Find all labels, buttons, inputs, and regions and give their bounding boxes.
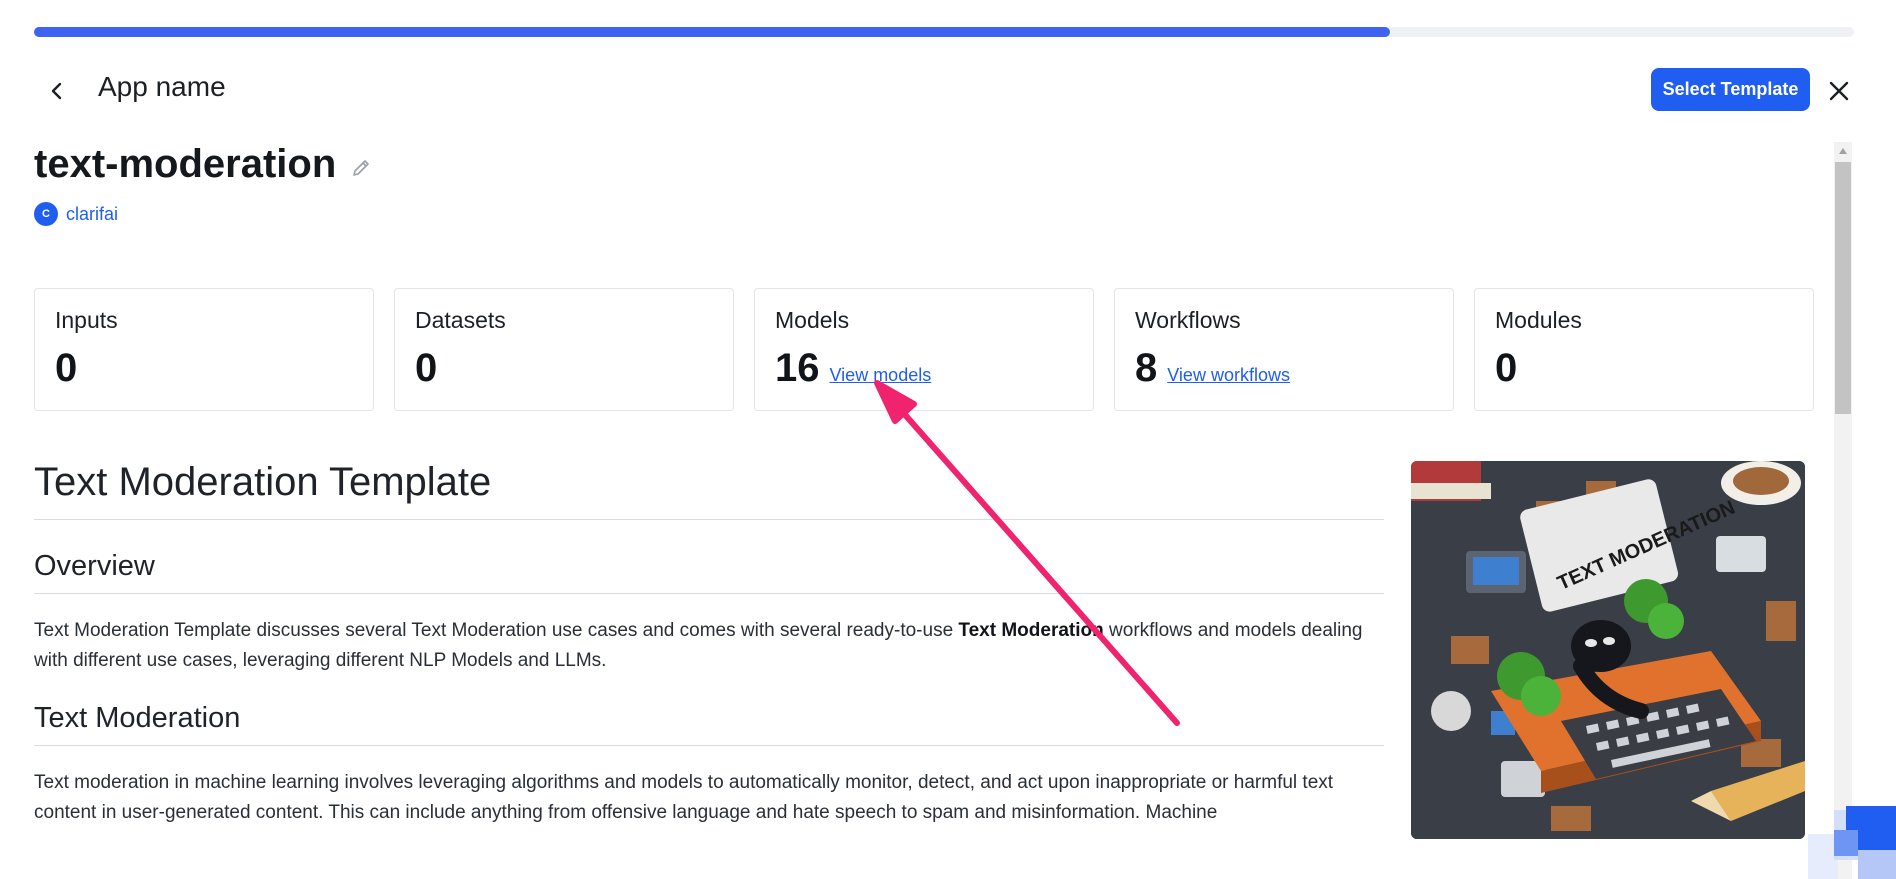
scrollbar[interactable] bbox=[1834, 142, 1852, 879]
stat-label: Datasets bbox=[415, 307, 506, 333]
progress-bar bbox=[34, 27, 1854, 37]
title-row: text-moderation bbox=[34, 142, 372, 187]
stat-value: 0 bbox=[415, 346, 438, 390]
text-moderation-heading: Text Moderation bbox=[34, 702, 1384, 746]
owner-name-link[interactable]: clarifai bbox=[66, 204, 118, 225]
chat-widget-icon[interactable] bbox=[1808, 776, 1896, 879]
pencil-icon[interactable] bbox=[350, 157, 372, 179]
view-workflows-link[interactable]: View workflows bbox=[1167, 365, 1290, 386]
scrollbar-thumb[interactable] bbox=[1835, 162, 1851, 414]
stat-label: Workflows bbox=[1135, 307, 1241, 333]
stat-card-datasets: Datasets 0 bbox=[394, 288, 734, 411]
template-heading: Text Moderation Template bbox=[34, 460, 1384, 520]
close-button[interactable] bbox=[1822, 74, 1856, 108]
stat-card-workflows: Workflows 8 View workflows bbox=[1114, 288, 1454, 411]
view-models-link[interactable]: View models bbox=[830, 365, 932, 386]
overview-paragraph: Text Moderation Template discusses sever… bbox=[34, 620, 1363, 671]
stat-label: Models bbox=[775, 307, 850, 333]
avatar: C bbox=[34, 202, 58, 226]
stat-label: Inputs bbox=[55, 307, 118, 333]
close-icon bbox=[1829, 81, 1849, 101]
app-template-page: App name Select Template text-moderation… bbox=[0, 0, 1896, 879]
stat-card-inputs: Inputs 0 bbox=[34, 288, 374, 411]
stat-value: 0 bbox=[1495, 346, 1518, 390]
stat-card-models: Models 16 View models bbox=[754, 288, 1094, 411]
text-moderation-paragraph: Text moderation in machine learning invo… bbox=[34, 772, 1334, 823]
page-title: text-moderation bbox=[34, 142, 337, 186]
cover-illustration: TEXT MODERATION bbox=[1411, 461, 1805, 839]
scroll-up-arrow[interactable] bbox=[1834, 142, 1852, 160]
stat-label: Modules bbox=[1495, 307, 1582, 333]
template-description: Text Moderation Template Overview Text M… bbox=[34, 460, 1384, 828]
stat-value: 0 bbox=[55, 346, 78, 390]
stat-value: 16 bbox=[775, 346, 820, 390]
triangle-up-icon bbox=[1839, 148, 1847, 154]
stats-row: Inputs 0 Datasets 0 Models 16 View model… bbox=[34, 288, 1814, 411]
progress-fill bbox=[34, 27, 1390, 37]
back-button[interactable] bbox=[40, 74, 74, 108]
overview-heading: Overview bbox=[34, 550, 1384, 594]
template-cover-image: TEXT MODERATION bbox=[1411, 461, 1805, 839]
app-name-label: App name bbox=[98, 71, 226, 102]
stat-card-modules: Modules 0 bbox=[1474, 288, 1814, 411]
owner[interactable]: C clarifai bbox=[34, 202, 118, 226]
stat-value: 8 bbox=[1135, 346, 1158, 390]
chevron-left-icon bbox=[51, 82, 62, 100]
select-template-button[interactable]: Select Template bbox=[1651, 68, 1810, 111]
